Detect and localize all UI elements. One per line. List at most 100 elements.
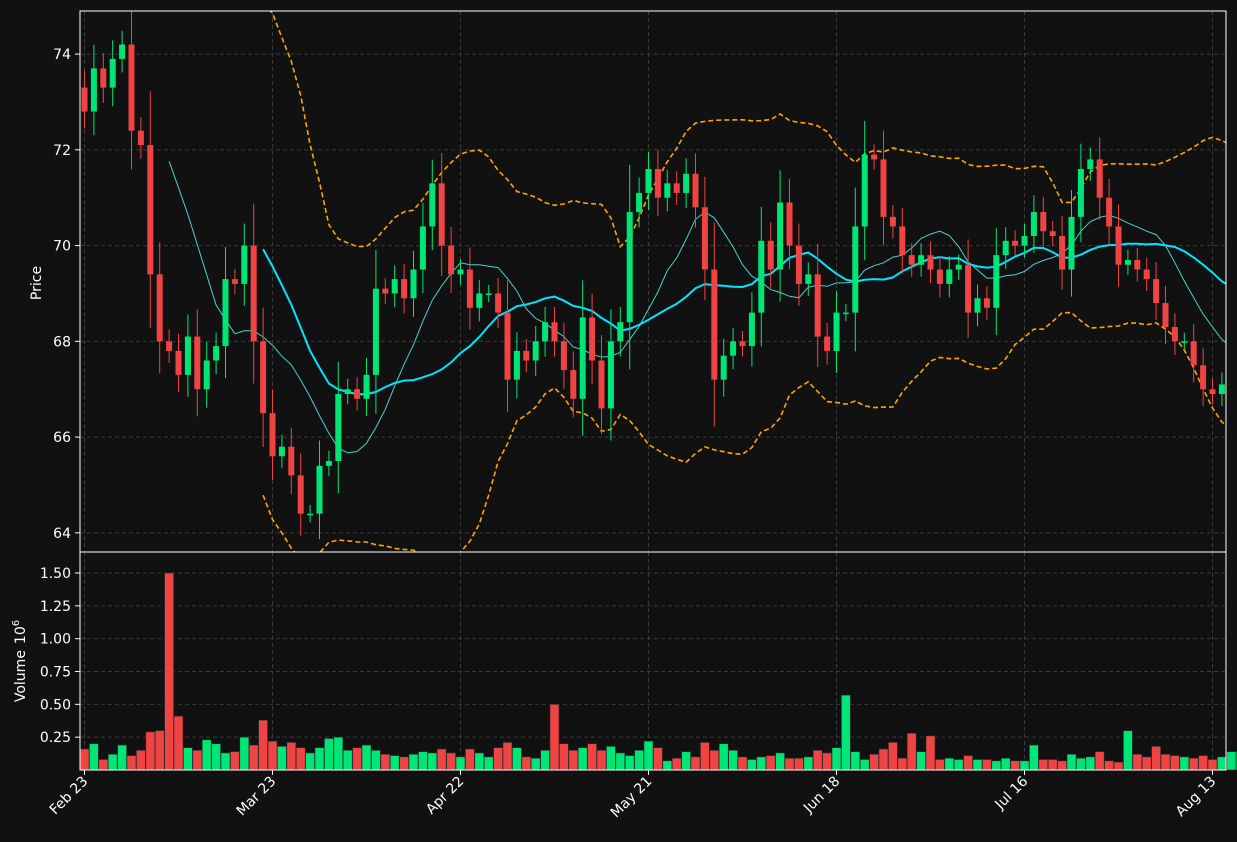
candle-body bbox=[842, 312, 849, 315]
volume-bar bbox=[972, 759, 983, 771]
volume-bar bbox=[305, 752, 315, 771]
candle-body bbox=[974, 298, 981, 313]
stock-chart: 64 66 68 70 72 74 Price 0.25 0.50 0.75 1.00 1.25 1… bbox=[0, 0, 1237, 842]
volume-bar bbox=[79, 748, 90, 771]
volume-axis-exponent-base: 10 bbox=[13, 626, 29, 644]
candle-body bbox=[250, 245, 257, 342]
volume-bar bbox=[277, 746, 287, 771]
volume-bar bbox=[681, 751, 691, 771]
volume-bar bbox=[878, 748, 889, 771]
volume-bar bbox=[211, 743, 221, 771]
candle-body bbox=[325, 461, 332, 466]
candle-body bbox=[739, 341, 746, 347]
candle-body bbox=[1096, 159, 1103, 198]
candle-body bbox=[767, 240, 774, 270]
volume-bar bbox=[812, 750, 823, 771]
candle-body bbox=[1209, 389, 1216, 395]
volume-bar bbox=[765, 755, 776, 771]
volume-bar bbox=[136, 750, 146, 771]
candle-body bbox=[1162, 303, 1169, 327]
volume-bar bbox=[1160, 753, 1171, 771]
volume-axis-label-text: Volume bbox=[13, 650, 29, 702]
volume-bar bbox=[643, 740, 654, 771]
volume-bar bbox=[709, 750, 720, 771]
candle-body bbox=[542, 322, 549, 342]
volume-bar bbox=[634, 750, 644, 771]
volume-bar bbox=[164, 572, 174, 771]
candle-body bbox=[645, 168, 652, 193]
volume-bar bbox=[906, 732, 917, 771]
volume-bar bbox=[493, 747, 503, 771]
volume-bar bbox=[756, 756, 767, 771]
candle-body bbox=[156, 274, 163, 342]
candle-body bbox=[551, 322, 558, 342]
volume-bar bbox=[455, 756, 466, 771]
volume-bar bbox=[502, 742, 513, 771]
candle-body bbox=[457, 269, 464, 275]
candle-body bbox=[382, 288, 389, 294]
price-tick-label: 74 bbox=[53, 47, 71, 63]
candle-body bbox=[946, 269, 953, 284]
candle-body bbox=[231, 279, 238, 284]
volume-bar bbox=[559, 743, 569, 771]
volume-tick-label: 1.00 bbox=[40, 632, 71, 648]
candle-body bbox=[927, 255, 934, 270]
volume-bar bbox=[418, 751, 428, 771]
volume-bar bbox=[361, 744, 372, 771]
volume-bar bbox=[925, 735, 936, 771]
candle-body bbox=[269, 413, 276, 457]
volume-bar bbox=[822, 752, 832, 771]
volume-bar bbox=[869, 753, 879, 771]
volume-bar bbox=[342, 750, 353, 771]
candle-body bbox=[1218, 384, 1225, 395]
candle-body bbox=[617, 322, 624, 342]
volume-bar bbox=[333, 736, 344, 771]
candle-body bbox=[100, 68, 107, 88]
volume-bar bbox=[662, 760, 673, 771]
volume-bar bbox=[183, 747, 193, 771]
volume-bar bbox=[587, 743, 597, 771]
candle-body bbox=[344, 389, 351, 395]
volume-bar bbox=[98, 759, 109, 771]
volume-bar bbox=[888, 742, 898, 771]
volume-bar bbox=[747, 759, 757, 771]
candle-body bbox=[504, 312, 511, 380]
volume-bar bbox=[1188, 757, 1199, 771]
candle-body bbox=[899, 226, 906, 256]
candle-body bbox=[137, 130, 144, 146]
volume-bar bbox=[1085, 756, 1096, 771]
volume-bar bbox=[737, 756, 748, 771]
candle-body bbox=[307, 513, 314, 516]
volume-bar bbox=[615, 752, 626, 771]
volume-tick-label: 0.25 bbox=[40, 730, 71, 746]
volume-bar bbox=[671, 757, 682, 771]
volume-bar bbox=[145, 731, 156, 771]
volume-bar bbox=[380, 753, 391, 771]
volume-bar bbox=[1057, 760, 1067, 771]
candle-body bbox=[955, 264, 962, 270]
candle-body bbox=[278, 446, 285, 457]
candle-body bbox=[993, 255, 1000, 308]
candle-body bbox=[908, 255, 915, 265]
candle-body bbox=[1012, 240, 1019, 246]
candle-body bbox=[1068, 216, 1075, 270]
volume-axis-exponent-power: 6 bbox=[11, 620, 22, 626]
price-axis-label: Price bbox=[29, 266, 45, 300]
candle-body bbox=[288, 446, 295, 476]
candle-body bbox=[485, 293, 492, 295]
candle-body bbox=[448, 245, 455, 275]
candle-body bbox=[128, 44, 135, 131]
volume-bar bbox=[1113, 761, 1124, 771]
volume-bar bbox=[859, 759, 870, 771]
volume-bar bbox=[1123, 730, 1133, 771]
volume-bar bbox=[126, 755, 137, 771]
volume-bar bbox=[794, 757, 804, 771]
volume-bar bbox=[521, 756, 532, 771]
volume-bar bbox=[1029, 744, 1039, 771]
candle-body bbox=[354, 389, 361, 399]
candle-body bbox=[673, 183, 680, 193]
volume-bar bbox=[897, 757, 908, 771]
candle-body bbox=[213, 346, 220, 361]
candle-body bbox=[1087, 159, 1094, 169]
volume-bar bbox=[408, 753, 419, 771]
